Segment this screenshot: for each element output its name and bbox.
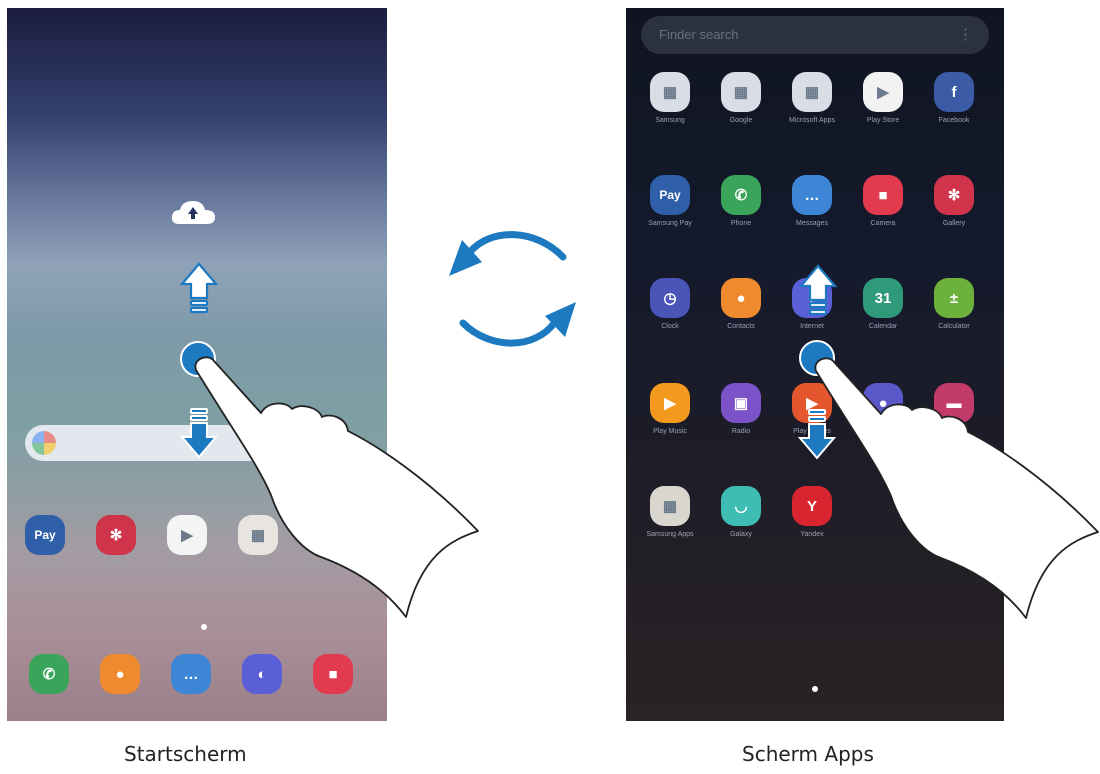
home-hand-pointer-icon [194, 356, 479, 618]
switch-screens-arrows-icon [459, 231, 567, 347]
home-swipe-down-arrow-icon [181, 408, 217, 458]
apps-hand-pointer-icon [814, 357, 1099, 619]
home-screen-caption: Startscherm [124, 742, 247, 766]
home-swipe-up-arrow-icon [180, 262, 218, 314]
apps-swipe-up-arrow-icon [799, 264, 837, 316]
gesture-overlay [180, 231, 1099, 619]
apps-swipe-down-arrow-icon [799, 409, 835, 459]
apps-screen-caption: Scherm Apps [742, 742, 874, 766]
